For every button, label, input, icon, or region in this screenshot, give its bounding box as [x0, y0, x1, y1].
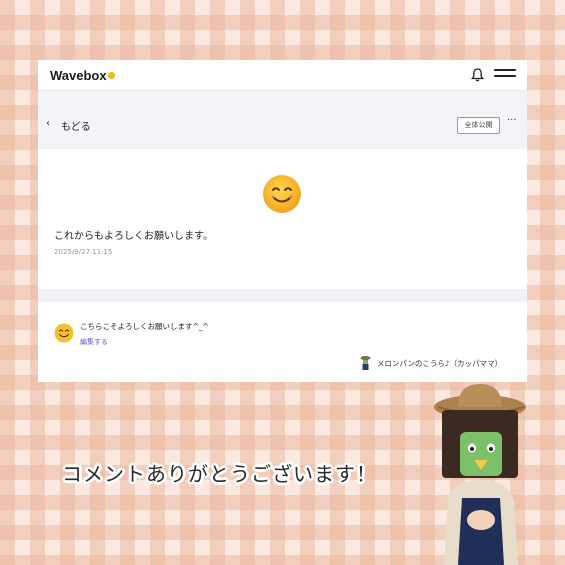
caption-banner: コメントありがとうございます！	[62, 458, 442, 498]
comment-item: こちらこそよろしくお願いします^_^ 編集する メロンパンのこうら♪（カッパママ…	[38, 302, 527, 382]
comment-text: こちらこそよろしくお願いします^_^	[80, 322, 209, 331]
edit-comment-link[interactable]: 編集する	[80, 337, 108, 347]
comment-author: メロンパンのこうら♪（カッパママ）	[377, 359, 503, 368]
more-options-icon[interactable]: ···	[507, 115, 517, 126]
kappa-character-photo	[434, 384, 526, 565]
chevron-left-icon[interactable]: ‹	[46, 118, 50, 129]
logo-dot-icon	[107, 72, 115, 79]
bell-icon[interactable]	[471, 68, 484, 82]
comment-smiling-face-icon	[54, 323, 74, 343]
section-divider	[38, 289, 527, 302]
caption-text: コメントありがとうございます！	[62, 462, 377, 486]
logo-text: Wavebox	[50, 68, 107, 83]
visibility-badge[interactable]: 全体公開	[457, 117, 500, 134]
nav-row: ‹ もどる 全体公開 ···	[38, 91, 527, 149]
top-bar: Wavebox	[38, 60, 527, 91]
post-timestamp: 2025/9/27 11:15	[54, 248, 113, 256]
post-body: これからもよろしくお願いします。 2025/9/27 11:15	[38, 149, 527, 289]
smiling-face-icon	[263, 175, 301, 213]
author-avatar-icon	[360, 356, 371, 370]
hamburger-menu-icon[interactable]	[494, 69, 516, 81]
back-link[interactable]: もどる	[61, 118, 91, 133]
post-message: これからもよろしくお願いします。	[54, 231, 213, 242]
wavebox-card: Wavebox ‹ もどる 全体公開 ··· これからもよろしくお願いします。 …	[38, 60, 527, 382]
logo[interactable]: Wavebox	[50, 68, 115, 83]
